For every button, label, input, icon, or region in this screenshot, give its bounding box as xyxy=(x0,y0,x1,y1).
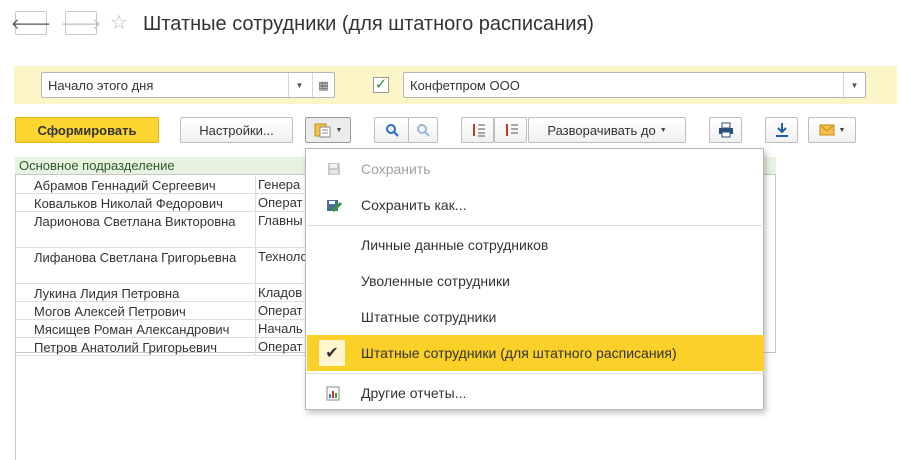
employee-name: Могов Алексей Петрович xyxy=(34,304,186,319)
table-row[interactable]: Лифанова Светлана Григорьевна Техноло xyxy=(15,248,305,284)
send-email-button[interactable]: ▼ xyxy=(808,117,856,143)
employee-name: Абрамов Геннадий Сергеевич xyxy=(34,178,216,193)
cancel-search-button[interactable] xyxy=(408,117,438,143)
chevron-down-icon[interactable]: ▼ xyxy=(288,73,310,97)
save-as-icon xyxy=(325,197,343,213)
organization-checkbox[interactable]: ✓ xyxy=(373,77,389,93)
expand-to-label: Разворачивать до xyxy=(547,122,656,138)
envelope-icon xyxy=(819,124,835,136)
chevron-down-icon: ▼ xyxy=(659,126,667,134)
expand-all-button[interactable] xyxy=(494,117,527,143)
print-button[interactable] xyxy=(709,117,742,143)
menu-item-label: Штатные сотрудники xyxy=(361,309,497,325)
table-row[interactable]: Абрамов Геннадий Сергеевич Генера xyxy=(15,176,305,194)
forward-button[interactable]: 🡒 xyxy=(61,11,101,35)
menu-item-staff-schedule[interactable]: ✔ Штатные сотрудники (для штатного распи… xyxy=(307,335,764,371)
menu-item-other-reports[interactable]: Другие отчеты... xyxy=(307,375,764,411)
reports-icon xyxy=(325,385,343,401)
search-cancel-icon xyxy=(417,124,430,137)
expand-to-button[interactable]: Разворачивать до ▼ xyxy=(528,117,686,143)
table-row[interactable]: Лукина Лидия Петровна Кладов xyxy=(15,284,305,302)
chevron-down-icon: ▼ xyxy=(335,126,343,134)
search-button[interactable] xyxy=(374,117,409,143)
calendar-icon[interactable]: ▦ xyxy=(312,73,334,97)
chevron-down-icon: ▼ xyxy=(838,126,846,134)
arrow-right-icon: 🡒 xyxy=(60,15,102,33)
employee-name: Ковальков Николай Федорович xyxy=(34,196,223,211)
employee-position: Началь xyxy=(255,320,305,337)
report-variants-button[interactable]: ▼ xyxy=(305,117,351,143)
menu-item-save[interactable]: Сохранить xyxy=(307,151,764,187)
floppy-disk-icon xyxy=(325,161,343,177)
menu-item-label: Штатные сотрудники (для штатного расписа… xyxy=(361,345,677,361)
menu-item-personal-data[interactable]: Личные данные сотрудников xyxy=(307,227,764,263)
period-field[interactable]: Начало этого дня ▼ ▦ xyxy=(41,72,335,98)
menu-item-label: Сохранить как... xyxy=(361,197,467,213)
checkmark-icon: ✔ xyxy=(319,340,345,366)
table-row[interactable]: Могов Алексей Петрович Операт xyxy=(15,302,305,320)
employee-position: Операт xyxy=(255,194,305,211)
menu-item-label: Другие отчеты... xyxy=(361,385,467,401)
table-row[interactable]: Ларионова Светлана Викторовна Главны xyxy=(15,212,305,248)
report-variants-menu: Сохранить Сохранить как... Личные данные… xyxy=(305,148,764,410)
report-variants-icon xyxy=(314,123,331,138)
employee-name: Петров Анатолий Григорьевич xyxy=(34,340,218,355)
collapse-all-button[interactable] xyxy=(461,117,494,143)
divider xyxy=(15,353,16,460)
menu-item-label: Личные данные сотрудников xyxy=(361,237,549,253)
menu-item-save-as[interactable]: Сохранить как... xyxy=(307,187,764,223)
menu-item-dismissed[interactable]: Уволенные сотрудники xyxy=(307,263,764,299)
table-row[interactable]: Мясищев Роман Александрович Началь xyxy=(15,320,305,338)
arrow-left-icon: 🡐 xyxy=(10,15,52,33)
menu-separator xyxy=(307,373,764,374)
generate-button[interactable]: Сформировать xyxy=(15,117,159,143)
employee-position: Генера xyxy=(255,176,305,193)
employee-name: Лукина Лидия Петровна xyxy=(34,286,180,301)
organization-field[interactable]: Конфетпром ООО ▼ xyxy=(403,72,866,98)
page-title: Штатные сотрудники (для штатного расписа… xyxy=(143,13,594,35)
menu-item-label: Сохранить xyxy=(361,161,431,177)
menu-item-staff[interactable]: Штатные сотрудники xyxy=(307,299,764,335)
employee-name: Ларионова Светлана Викторовна xyxy=(34,214,236,229)
expand-icon xyxy=(505,124,518,136)
collapse-icon xyxy=(472,124,485,137)
settings-button[interactable]: Настройки... xyxy=(180,117,293,143)
employee-position: Главны xyxy=(255,212,305,247)
back-button[interactable]: 🡐 xyxy=(11,11,51,35)
chevron-down-icon[interactable]: ▼ xyxy=(843,73,865,97)
menu-item-label: Уволенные сотрудники xyxy=(361,273,510,289)
period-value: Начало этого дня xyxy=(48,78,154,93)
search-icon xyxy=(385,124,399,137)
printer-icon xyxy=(718,122,733,138)
table-row[interactable]: Ковальков Николай Федорович Операт xyxy=(15,194,305,212)
table-row[interactable]: Петров Анатолий Григорьевич Операт xyxy=(15,338,305,356)
employee-position: Операт xyxy=(255,338,305,355)
employee-position: Операт xyxy=(255,302,305,319)
save-to-file-button[interactable] xyxy=(765,117,798,143)
favorite-star-icon[interactable]: ☆ xyxy=(110,11,132,35)
organization-value: Конфетпром ООО xyxy=(410,78,520,93)
employee-position: Кладов xyxy=(255,284,305,301)
download-icon xyxy=(775,123,788,137)
employee-name: Мясищев Роман Александрович xyxy=(34,322,230,337)
menu-separator xyxy=(307,225,764,226)
employee-name: Лифанова Светлана Григорьевна xyxy=(34,250,237,265)
employee-position: Техноло xyxy=(255,248,305,283)
